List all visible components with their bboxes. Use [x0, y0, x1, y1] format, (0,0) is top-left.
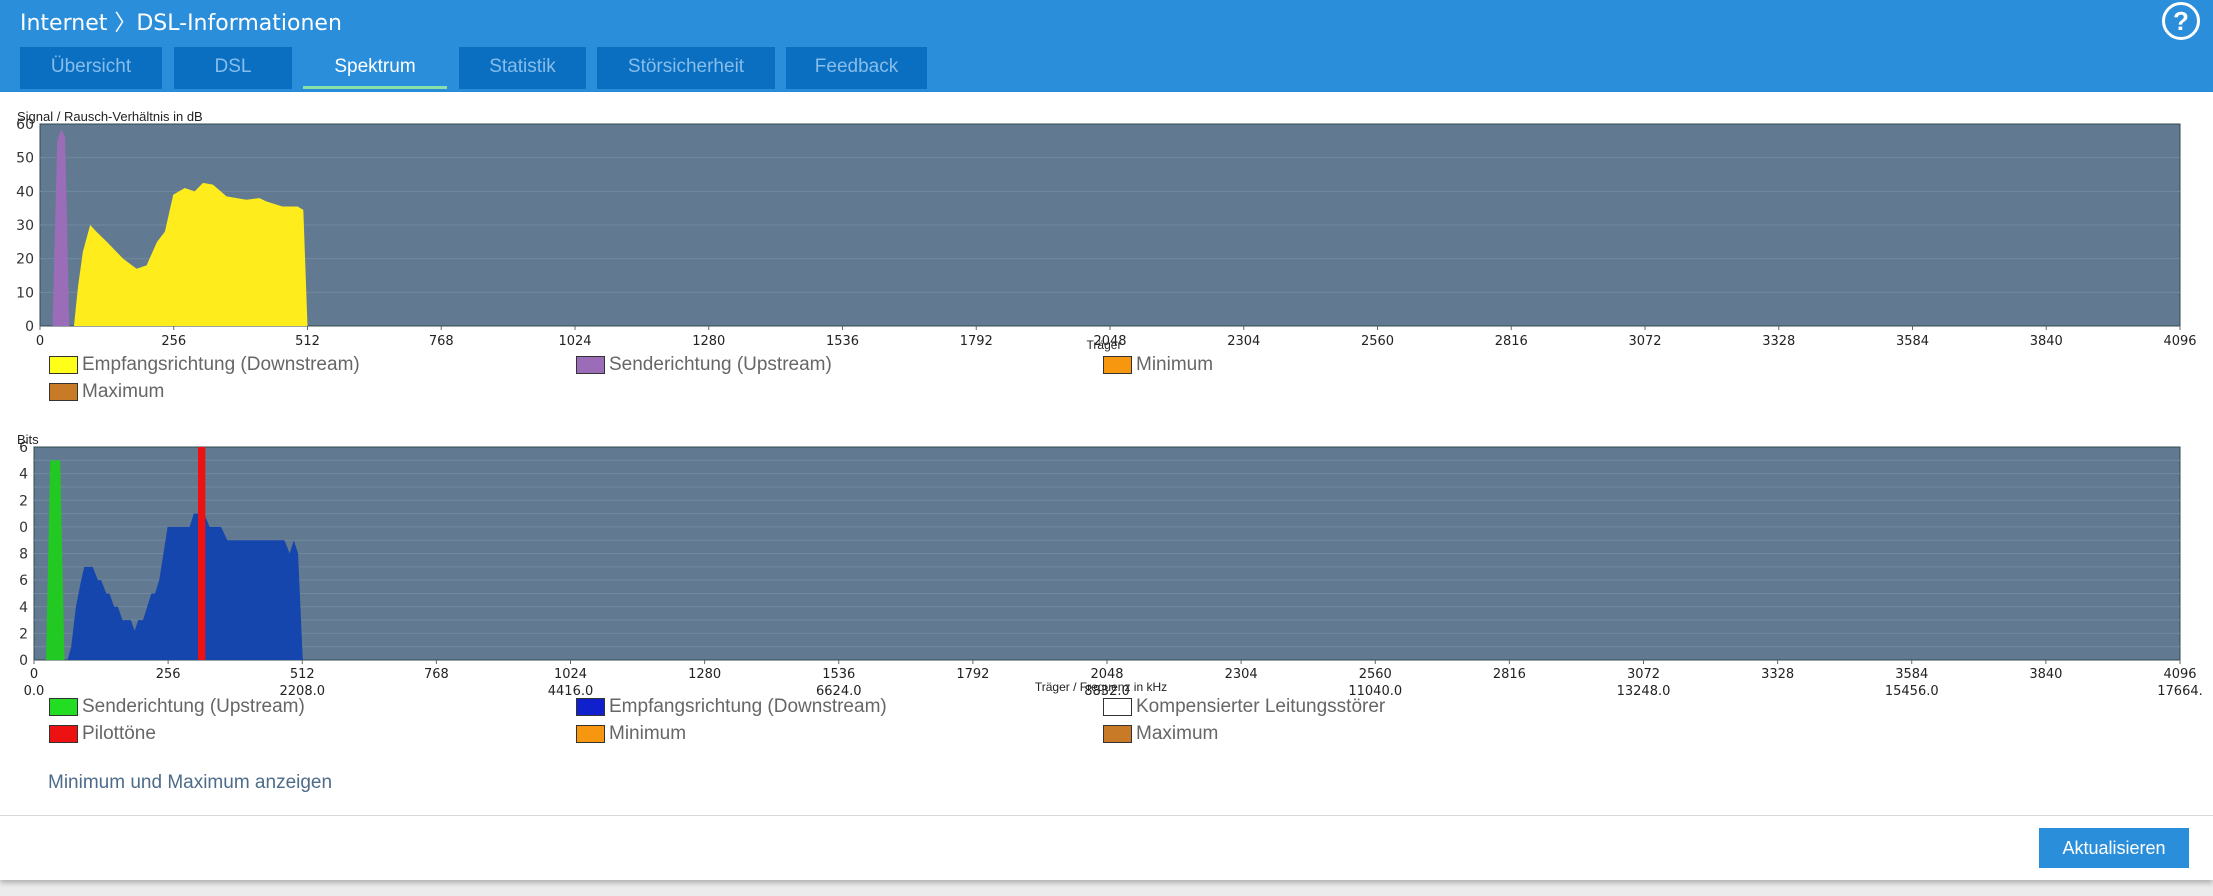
legend-label: Maximum: [1136, 723, 1219, 744]
y-tick-label: 2: [19, 493, 28, 509]
legend-item: Pilottöne: [49, 723, 156, 745]
legend-swatch: [1103, 698, 1132, 716]
legend-swatch: [1103, 725, 1132, 743]
x-axis-title: Träger / Frequenz in kHz: [1035, 680, 1167, 694]
x-tick-label: 256: [156, 667, 181, 682]
y-tick-label: 50: [16, 151, 34, 167]
x-tick-label: 3584: [1896, 334, 1929, 349]
legend-item: Kompensierter Leitungsstörer: [1103, 696, 1385, 718]
x-tick-label: 2304: [1225, 667, 1258, 682]
x-tick-label: 1280: [688, 667, 721, 682]
legend-item: Senderichtung (Upstream): [576, 354, 832, 376]
divider: [0, 815, 2213, 816]
x-tick-label: 3840: [2030, 334, 2063, 349]
legend-item: Minimum: [1103, 354, 1213, 376]
legend-label: Minimum: [609, 723, 687, 744]
legend-swatch: [576, 725, 605, 743]
y-tick-label: 6: [19, 573, 28, 589]
x-tick-label: 2560: [1361, 334, 1394, 349]
x-tick-label: 2560: [1359, 667, 1392, 682]
legend-label: Senderichtung (Upstream): [609, 354, 832, 375]
y-tick-label: 10: [16, 285, 34, 301]
x-tick-label-khz: 15456.0: [1885, 684, 1939, 699]
legend-item: Maximum: [1103, 723, 1218, 745]
x-tick-label: 2816: [1493, 667, 1526, 682]
y-tick-label: 8: [19, 547, 28, 563]
x-tick-label: 1792: [956, 667, 989, 682]
legend-label: Empfangsrichtung (Downstream): [82, 354, 360, 375]
y-tick-label: 30: [16, 218, 34, 234]
legend-label: Maximum: [82, 381, 165, 402]
y-tick-label: 40: [16, 184, 34, 200]
x-tick-label: 3328: [1761, 667, 1794, 682]
x-tick-label-khz: 17664.: [2157, 684, 2203, 699]
y-tick-label: 2: [19, 626, 28, 642]
legend-item: Senderichtung (Upstream): [49, 696, 305, 718]
y-tick-label: 0: [19, 520, 28, 536]
x-tick-label: 1536: [826, 334, 859, 349]
y-tick-label: 20: [16, 252, 34, 268]
legend-swatch: [1103, 356, 1132, 374]
x-tick-label: 3072: [1628, 334, 1661, 349]
legend-swatch: [576, 698, 605, 716]
x-tick-label: 2816: [1495, 334, 1528, 349]
legend-item: Minimum: [576, 723, 686, 745]
x-tick-label: 0: [36, 334, 44, 349]
x-tick-label: 1536: [822, 667, 855, 682]
refresh-button[interactable]: Aktualisieren: [2039, 828, 2189, 868]
x-tick-label-khz: 13248.0: [1617, 684, 1671, 699]
y-axis-title: Bits: [17, 432, 39, 447]
legend-label: Kompensierter Leitungsstörer: [1136, 696, 1386, 717]
legend-item: Empfangsrichtung (Downstream): [576, 696, 887, 718]
x-tick-label: 512: [290, 667, 315, 682]
x-tick-label: 3072: [1627, 667, 1660, 682]
y-axis-title: Signal / Rausch-Verhältnis in dB: [17, 109, 203, 124]
y-tick-label: 0: [25, 319, 34, 335]
x-tick-label: 1792: [960, 334, 993, 349]
pilot-tone-bar: [197, 447, 206, 660]
legend-item: Empfangsrichtung (Downstream): [49, 354, 360, 376]
x-tick-label: 0: [30, 667, 38, 682]
x-tick-label: 2304: [1227, 334, 1260, 349]
y-tick-label: 4: [19, 600, 28, 616]
x-tick-label: 768: [429, 334, 454, 349]
x-tick-label: 1024: [558, 334, 591, 349]
y-tick-label: 4: [19, 467, 28, 483]
legend-label: Pilottöne: [82, 723, 156, 744]
legend-label: Minimum: [1136, 354, 1214, 375]
spectrum-charts: 01020304050600 256 512 768 1024 1280 1536 1792 2…: [16, 109, 2203, 699]
x-tick-label: 4096: [2163, 667, 2196, 682]
x-tick-label: 3328: [1762, 334, 1795, 349]
x-tick-label: 512: [295, 334, 320, 349]
x-tick-label: 3584: [1895, 667, 1928, 682]
legend-swatch: [576, 356, 605, 374]
x-tick-label: 256: [161, 334, 186, 349]
legend-swatch: [49, 383, 78, 401]
legend-item: Maximum: [49, 381, 164, 403]
y-tick-label: 0: [19, 653, 28, 669]
x-tick-label: 1280: [692, 334, 725, 349]
x-tick-label: 768: [424, 667, 449, 682]
x-tick-label: 1024: [554, 667, 587, 682]
legend-label: Senderichtung (Upstream): [82, 696, 305, 717]
legend-swatch: [49, 725, 78, 743]
legend-swatch: [49, 356, 78, 374]
x-axis-title: Träger: [1087, 338, 1122, 352]
x-tick-label: 3840: [2029, 667, 2062, 682]
x-tick-label-khz: 0.0: [24, 684, 45, 699]
legend-label: Empfangsrichtung (Downstream): [609, 696, 887, 717]
x-tick-label: 4096: [2163, 334, 2196, 349]
show-min-max-link[interactable]: Minimum und Maximum anzeigen: [48, 772, 332, 794]
legend-swatch: [49, 698, 78, 716]
